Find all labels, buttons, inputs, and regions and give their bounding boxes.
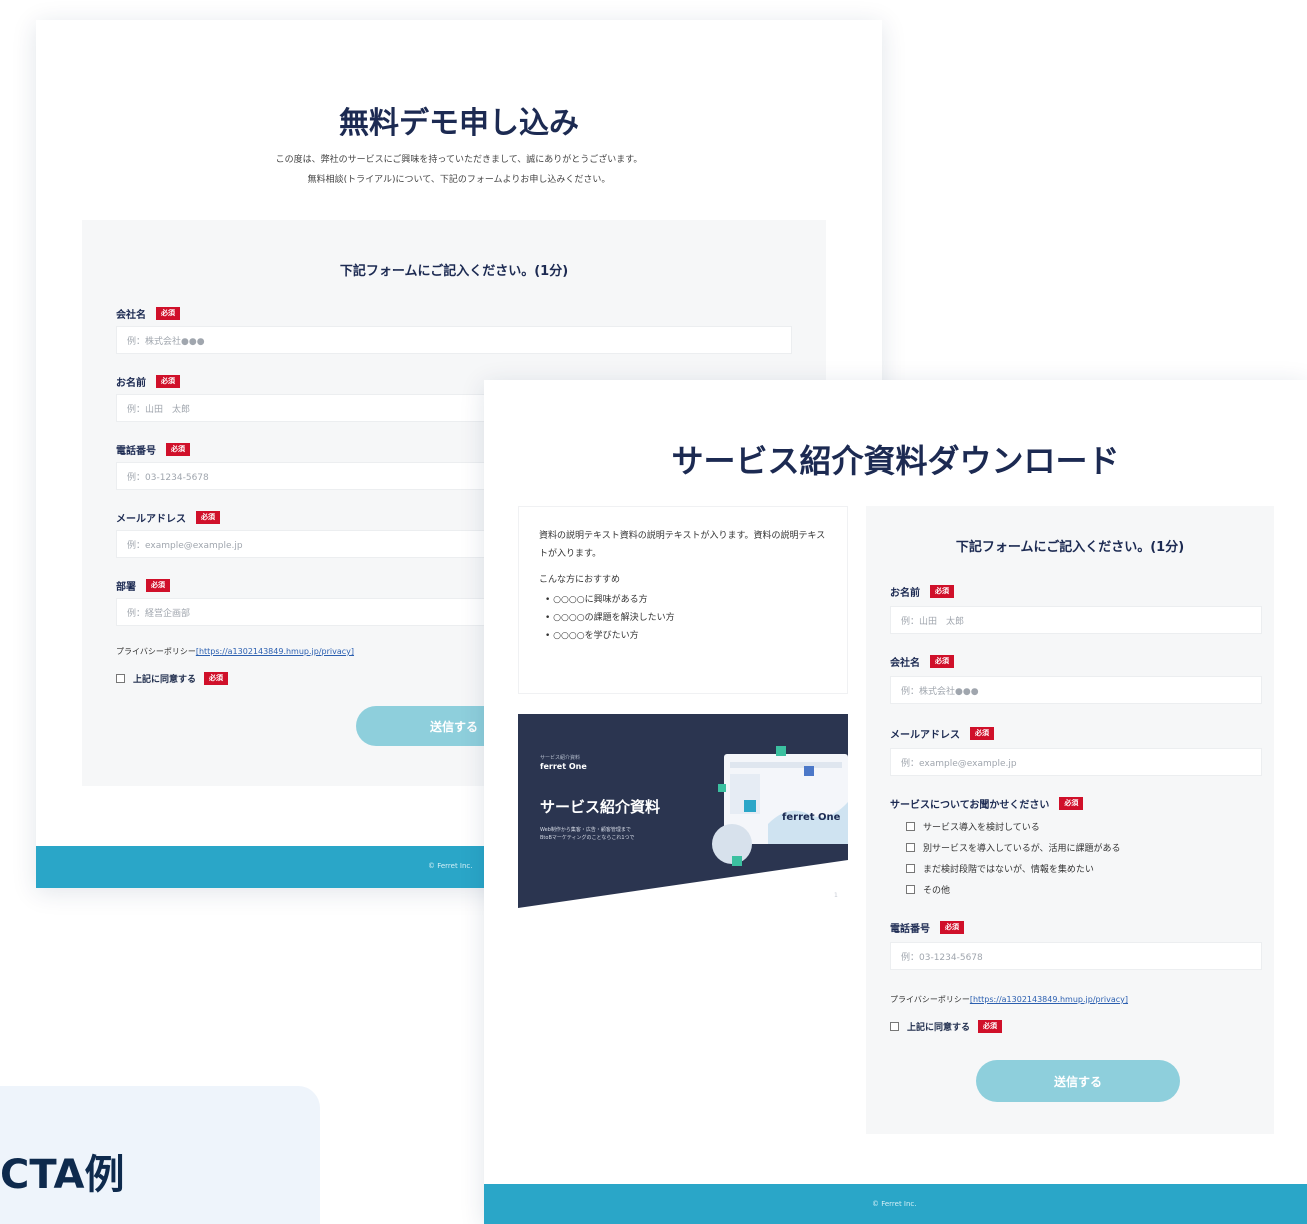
service-option[interactable]: まだ検討段階ではないが、情報を集めたい xyxy=(906,862,1094,875)
required-badge: 必須 xyxy=(1059,797,1084,810)
description-box: 資料の説明テキスト資料の説明テキストが入ります。資料の説明テキストが入ります。 … xyxy=(518,506,848,694)
footer: © Ferret Inc. xyxy=(484,1184,1307,1224)
option-checkbox[interactable] xyxy=(906,843,915,852)
page-title: 無料デモ申し込み xyxy=(339,106,579,141)
required-badge: 必須 xyxy=(156,375,180,388)
required-badge: 必須 xyxy=(930,585,954,598)
privacy-policy: プライバシーポリシー[https://a1302143849.hmup.jp/p… xyxy=(116,647,355,656)
cta-label-box: CTA例 xyxy=(0,1086,320,1224)
company-input[interactable]: 例：株式会社●●● xyxy=(890,676,1262,704)
agree-row: 上記に同意する 必須 xyxy=(116,672,229,685)
agree-row: 上記に同意する 必須 xyxy=(890,1020,1003,1033)
banner-logo: ferret One xyxy=(540,762,587,771)
copyright: © Ferret Inc. xyxy=(428,862,473,870)
option-checkbox[interactable] xyxy=(906,885,915,894)
option-checkbox[interactable] xyxy=(906,864,915,873)
banner-page-number: 1 xyxy=(834,892,838,899)
copyright: © Ferret Inc. xyxy=(872,1200,917,1208)
agree-label: 上記に同意する xyxy=(133,675,197,685)
required-badge: 必須 xyxy=(204,672,229,685)
recommend-list: • ○○○○に興味がある方 • ○○○○の課題を解決したい方 • ○○○○を学び… xyxy=(539,591,827,645)
agree-label: 上記に同意する xyxy=(907,1023,971,1033)
email-label: メールアドレス 必須 xyxy=(890,726,994,741)
phone-input[interactable]: 例：03-1234-5678 xyxy=(890,942,1262,970)
required-badge: 必須 xyxy=(166,443,190,456)
required-badge: 必須 xyxy=(970,727,994,740)
agree-checkbox[interactable] xyxy=(890,1022,899,1031)
intro-line-2: 無料相談(トライアル)について、下記のフォームよりお申し込みください。 xyxy=(307,175,611,185)
required-badge: 必須 xyxy=(940,921,964,934)
cta-label: CTA例 xyxy=(0,1152,125,1198)
form-heading: 下記フォームにご記入ください。(1分) xyxy=(339,264,569,279)
list-item: • ○○○○の課題を解決したい方 xyxy=(545,613,675,623)
list-item: • ○○○○を学びたい方 xyxy=(545,631,639,641)
banner-small-caption: サービス紹介資料 xyxy=(540,755,581,761)
intro-line-1: この度は、弊社のサービスにご興味を持っていただきまして、誠にありがとうございます… xyxy=(275,155,643,165)
phone-label: 電話番号 必須 xyxy=(890,920,964,935)
recommend-heading: こんな方におすすめ xyxy=(539,575,621,585)
form-heading: 下記フォームにご記入ください。(1分) xyxy=(955,540,1185,555)
required-badge: 必須 xyxy=(156,307,180,320)
department-label: 部署 必須 xyxy=(116,578,170,593)
agree-checkbox[interactable] xyxy=(116,674,125,683)
privacy-link[interactable]: [https://a1302143849.hmup.jp/privacy] xyxy=(196,647,354,656)
service-option[interactable]: 別サービスを導入しているが、活用に課題がある xyxy=(906,841,1121,854)
intro-text: この度は、弊社のサービスにご興味を持っていただきまして、誠にありがとうございます… xyxy=(36,150,882,190)
name-label: お名前 必須 xyxy=(116,374,180,389)
page-title: サービス紹介資料ダウンロード xyxy=(671,442,1120,480)
company-label: 会社名 必須 xyxy=(890,654,954,669)
banner-subtext: Web制作から集客・広告・顧客管理まで BtoBマーケティングのことならこれ1つ… xyxy=(540,827,635,841)
download-form: 下記フォームにご記入ください。(1分) お名前 必須 例：山田 太郎 会社名 必… xyxy=(866,506,1274,1134)
service-question-label: サービスについてお聞かせください 必須 xyxy=(890,796,1084,811)
company-label: 会社名 必須 xyxy=(116,306,180,321)
email-label: メールアドレス 必須 xyxy=(116,510,220,525)
email-input[interactable]: 例：example@example.jp xyxy=(890,748,1262,776)
service-option[interactable]: サービス導入を検討している xyxy=(906,820,1040,833)
name-input[interactable]: 例：山田 太郎 xyxy=(890,606,1262,634)
list-item: • ○○○○に興味がある方 xyxy=(545,595,648,605)
required-badge: 必須 xyxy=(930,655,954,668)
required-badge: 必須 xyxy=(978,1020,1003,1033)
privacy-link[interactable]: [https://a1302143849.hmup.jp/privacy] xyxy=(970,995,1128,1004)
service-option[interactable]: その他 xyxy=(906,883,950,896)
document-banner: サービス紹介資料 ferret One サービス紹介資料 Web制作から集客・広… xyxy=(518,714,848,908)
required-badge: 必須 xyxy=(146,579,170,592)
company-input[interactable]: 例：株式会社●●● xyxy=(116,326,792,354)
download-window: サービス紹介資料ダウンロード 資料の説明テキスト資料の説明テキストが入ります。資… xyxy=(484,380,1307,1224)
screen-logo: ferret One xyxy=(782,812,841,823)
privacy-policy: プライバシーポリシー[https://a1302143849.hmup.jp/p… xyxy=(890,995,1129,1004)
banner-headline: サービス紹介資料 xyxy=(540,798,661,816)
required-badge: 必須 xyxy=(196,511,220,524)
description-text: 資料の説明テキスト資料の説明テキストが入ります。資料の説明テキストが入ります。 xyxy=(539,531,826,559)
phone-label: 電話番号 必須 xyxy=(116,442,190,457)
submit-button[interactable]: 送信する xyxy=(976,1060,1180,1102)
name-label: お名前 必須 xyxy=(890,584,954,599)
option-checkbox[interactable] xyxy=(906,822,915,831)
